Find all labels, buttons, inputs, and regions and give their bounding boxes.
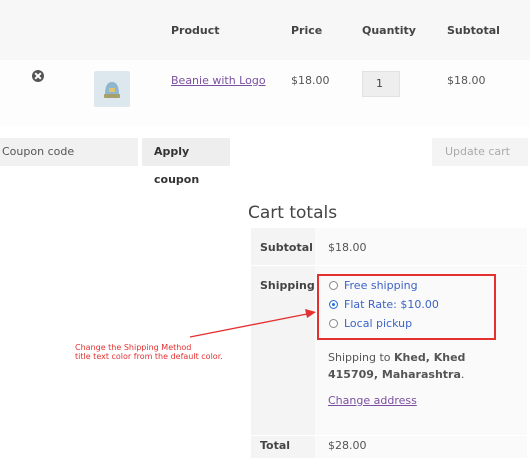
header-quantity: Quantity xyxy=(362,24,416,37)
subtotal-label: Subtotal xyxy=(260,241,313,254)
total-value: $28.00 xyxy=(328,439,367,452)
shipping-label: Shipping xyxy=(260,279,315,292)
product-name-link[interactable]: Beanie with Logo xyxy=(171,74,266,87)
total-label: Total xyxy=(260,439,291,452)
quantity-input[interactable]: 1 xyxy=(362,71,400,97)
subtotal-value: $18.00 xyxy=(328,241,367,254)
shipping-options-highlight-box xyxy=(317,274,496,340)
header-price: Price xyxy=(291,24,323,37)
totals-total-row: Total $28.00 xyxy=(251,436,527,458)
coupon-code-input[interactable]: Coupon code xyxy=(0,138,138,166)
item-price: $18.00 xyxy=(291,74,330,87)
cart-table-header: Product Price Quantity Subtotal xyxy=(0,0,530,60)
header-product: Product xyxy=(171,24,220,37)
shipping-destination: Shipping to Khed, Khed 415709, Maharasht… xyxy=(328,351,466,381)
cart-table: Product Price Quantity Subtotal xyxy=(0,0,530,127)
header-subtotal: Subtotal xyxy=(447,24,500,37)
update-cart-button[interactable]: Update cart xyxy=(432,138,528,166)
remove-circle-icon[interactable] xyxy=(32,70,44,82)
item-subtotal: $18.00 xyxy=(447,74,486,87)
cart-totals-title: Cart totals xyxy=(248,203,338,223)
annotation-note: Change the Shipping Method title text co… xyxy=(75,343,223,361)
totals-subtotal-row: Subtotal $18.00 xyxy=(251,228,527,265)
change-address-link[interactable]: Change address xyxy=(328,394,417,407)
beanie-product-image[interactable] xyxy=(94,71,130,107)
apply-coupon-button[interactable]: Apply coupon xyxy=(142,138,230,186)
cart-item-row xyxy=(0,60,530,127)
